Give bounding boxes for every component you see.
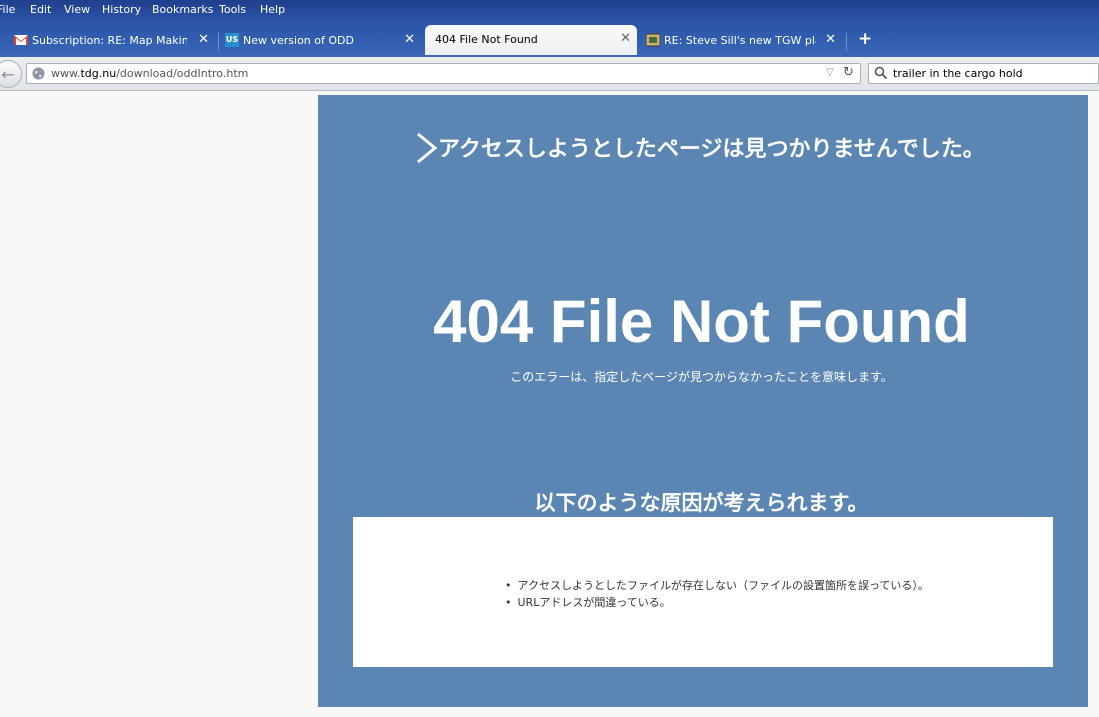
url-path: /download/oddIntro.htm bbox=[116, 67, 249, 80]
close-tab-icon[interactable]: ✕ bbox=[825, 32, 836, 47]
tab-label: Subscription: RE: Map Making... bbox=[32, 34, 187, 47]
close-tab-icon[interactable]: ✕ bbox=[404, 32, 415, 47]
site-favicon-icon: US bbox=[225, 33, 239, 47]
tab-divider bbox=[846, 33, 847, 51]
tab-label: 404 File Not Found bbox=[435, 33, 538, 46]
search-icon bbox=[874, 66, 888, 80]
back-button[interactable]: ← bbox=[0, 60, 22, 88]
chevron-right-icon bbox=[417, 132, 438, 164]
menu-help[interactable]: Help bbox=[260, 3, 285, 16]
error-title: 404 File Not Found bbox=[433, 288, 970, 355]
url-host: tdg.nu bbox=[80, 67, 117, 80]
reload-icon[interactable]: ↻ bbox=[843, 65, 854, 80]
tab-steve-sill[interactable]: RE: Steve Sill's new TGW play... ✕ bbox=[642, 27, 842, 55]
globe-icon bbox=[32, 67, 45, 80]
menu-tools[interactable]: Tools bbox=[219, 3, 246, 16]
list-item: URLアドレスが間違っている。 bbox=[505, 594, 929, 611]
url-prefix: www. bbox=[51, 67, 81, 80]
close-tab-icon[interactable]: ✕ bbox=[198, 32, 209, 47]
url-text: www.tdg.nu/download/oddIntro.htm bbox=[51, 67, 248, 80]
tab-divider bbox=[218, 33, 219, 51]
forum-icon bbox=[646, 33, 660, 47]
tab-gmail-subscription[interactable]: Subscription: RE: Map Making... ✕ bbox=[10, 27, 215, 55]
error-description: このエラーは、指定したページが見つからなかったことを意味します。 bbox=[510, 370, 893, 384]
causes-heading: 以下のような原因が考えられます。 bbox=[534, 491, 869, 515]
menu-edit[interactable]: Edit bbox=[30, 3, 51, 16]
menu-history[interactable]: History bbox=[102, 3, 141, 16]
menu-file[interactable]: File bbox=[0, 3, 15, 16]
page-content: アクセスしようとしたページは見つかりませんでした。 404 File Not F… bbox=[0, 91, 1099, 717]
tab-404-active[interactable]: 404 File Not Found ✕ bbox=[425, 25, 637, 55]
tab-new-version-odd[interactable]: US New version of ODD ✕ bbox=[221, 27, 421, 55]
new-tab-button[interactable]: + bbox=[858, 29, 872, 49]
browser-chrome: File Edit View History Bookmarks Tools H… bbox=[0, 0, 1099, 57]
navigation-bar: ← www.tdg.nu/download/oddIntro.htm ▽ ↻ t… bbox=[0, 57, 1099, 91]
error-headline: アクセスしようとしたページは見つかりませんでした。 bbox=[438, 137, 985, 162]
menu-bar: File Edit View History Bookmarks Tools H… bbox=[0, 0, 1099, 20]
tab-label: New version of ODD bbox=[243, 34, 354, 47]
back-arrow-icon: ← bbox=[1, 65, 15, 84]
url-dropdown-icon[interactable]: ▽ bbox=[826, 67, 834, 78]
causes-list: アクセスしようとしたファイルが存在しない（ファイルの設置箇所を誤っている）。 U… bbox=[505, 577, 929, 611]
close-tab-icon[interactable]: ✕ bbox=[620, 31, 631, 46]
list-item: アクセスしようとしたファイルが存在しない（ファイルの設置箇所を誤っている）。 bbox=[505, 577, 929, 594]
gmail-icon bbox=[14, 35, 28, 45]
search-input-value: trailer in the cargo hold bbox=[893, 67, 1023, 80]
causes-box: アクセスしようとしたファイルが存在しない（ファイルの設置箇所を誤っている）。 U… bbox=[353, 517, 1053, 667]
error-panel: アクセスしようとしたページは見つかりませんでした。 404 File Not F… bbox=[318, 95, 1088, 707]
menu-bookmarks[interactable]: Bookmarks bbox=[152, 3, 213, 16]
tab-strip: Subscription: RE: Map Making... ✕ US New… bbox=[0, 25, 1099, 57]
url-bar[interactable]: www.tdg.nu/download/oddIntro.htm ▽ ↻ bbox=[26, 63, 861, 84]
menu-view[interactable]: View bbox=[64, 3, 90, 16]
tab-label: RE: Steve Sill's new TGW play... bbox=[664, 34, 816, 47]
search-bar[interactable]: trailer in the cargo hold bbox=[868, 63, 1099, 84]
